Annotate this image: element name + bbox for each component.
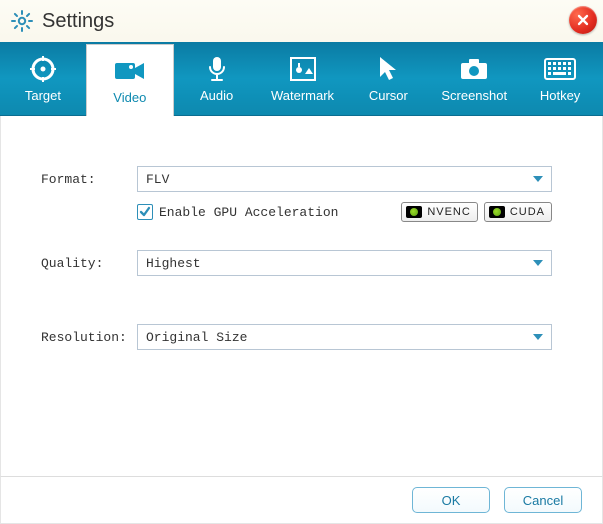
chevron-down-icon (533, 260, 543, 266)
hotkey-icon (544, 54, 576, 84)
audio-icon (205, 54, 229, 84)
tab-label: Cursor (369, 88, 408, 103)
nvenc-text: NVENC (427, 206, 471, 218)
tab-strip: Target Video Audio Watermark Cursor Scre… (0, 42, 603, 116)
screenshot-icon (459, 54, 489, 84)
nvenc-badge: NVENC (401, 202, 478, 222)
chevron-down-icon (533, 176, 543, 182)
tab-label: Hotkey (540, 88, 580, 103)
resolution-value: Original Size (146, 330, 247, 345)
target-icon (29, 54, 57, 84)
gpu-label: Enable GPU Acceleration (159, 205, 338, 220)
ok-button[interactable]: OK (412, 487, 490, 513)
tab-hotkey[interactable]: Hotkey (517, 42, 603, 115)
quality-label: Quality: (41, 256, 137, 271)
resolution-row: Resolution: Original Size (41, 324, 562, 350)
resolution-label: Resolution: (41, 330, 137, 345)
tab-watermark[interactable]: Watermark (260, 42, 346, 115)
tab-label: Video (113, 90, 146, 105)
tab-label: Watermark (271, 88, 334, 103)
window-title: Settings (42, 10, 114, 33)
format-value: FLV (146, 172, 169, 187)
footer: OK Cancel (0, 476, 603, 524)
cursor-icon (377, 54, 399, 84)
cuda-text: CUDA (510, 206, 545, 218)
quality-value: Highest (146, 256, 201, 271)
watermark-icon (289, 54, 317, 84)
tab-screenshot[interactable]: Screenshot (431, 42, 517, 115)
cancel-button[interactable]: Cancel (504, 487, 582, 513)
chevron-down-icon (533, 334, 543, 340)
quality-row: Quality: Highest (41, 250, 562, 276)
video-icon (114, 56, 146, 86)
nvidia-icon (406, 206, 422, 218)
tab-label: Target (25, 88, 61, 103)
cuda-badge: CUDA (484, 202, 552, 222)
format-row: Format: FLV (41, 166, 562, 192)
title-bar: Settings (0, 0, 603, 42)
tab-target[interactable]: Target (0, 42, 86, 115)
gpu-checkbox[interactable] (137, 204, 153, 220)
gpu-row: Enable GPU Acceleration NVENC CUDA (137, 202, 562, 222)
tab-audio[interactable]: Audio (174, 42, 260, 115)
format-label: Format: (41, 172, 137, 187)
tab-video[interactable]: Video (86, 44, 174, 116)
gear-icon (10, 9, 34, 33)
tab-cursor[interactable]: Cursor (345, 42, 431, 115)
tab-label: Screenshot (441, 88, 507, 103)
tab-label: Audio (200, 88, 233, 103)
settings-panel: Format: FLV Enable GPU Acceleration NVEN… (0, 116, 603, 476)
quality-select[interactable]: Highest (137, 250, 552, 276)
resolution-select[interactable]: Original Size (137, 324, 552, 350)
nvidia-icon (489, 206, 505, 218)
close-button[interactable] (569, 6, 597, 34)
format-select[interactable]: FLV (137, 166, 552, 192)
